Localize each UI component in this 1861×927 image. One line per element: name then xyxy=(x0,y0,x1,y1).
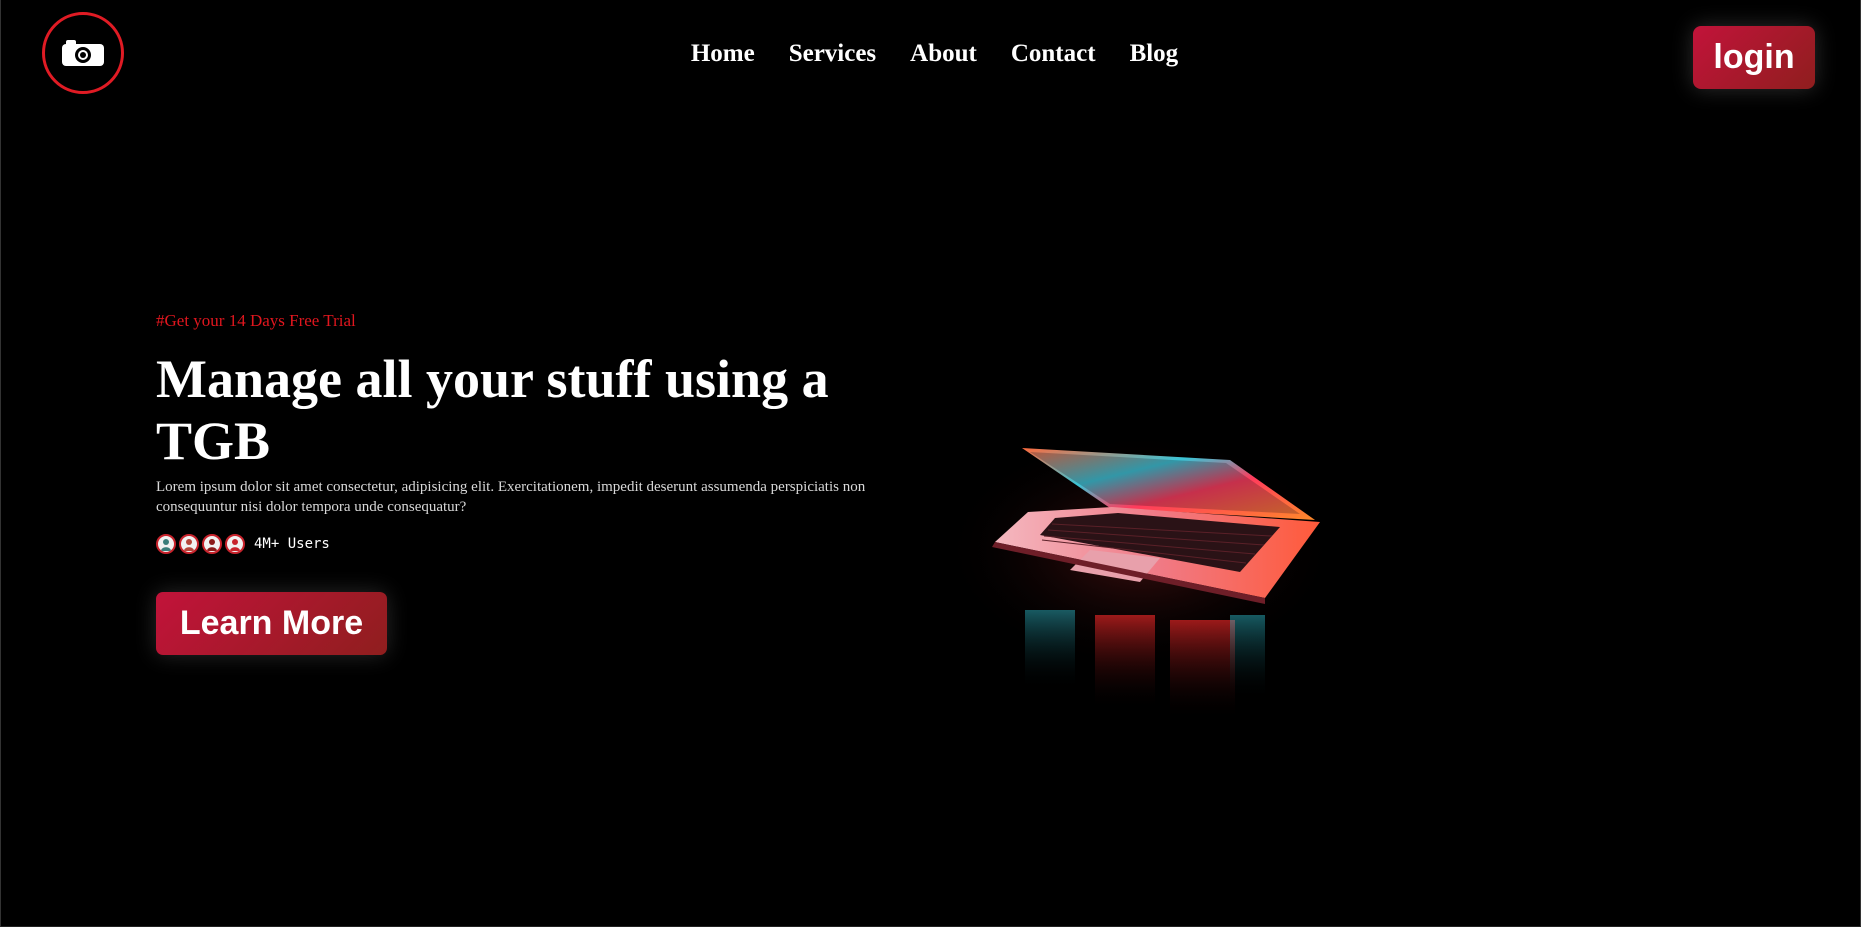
users-badge: 4M+ Users xyxy=(156,534,330,554)
avatar xyxy=(225,534,245,554)
nav-links: Home Services About Contact Blog xyxy=(691,40,1178,68)
user-avatar-icon xyxy=(184,539,194,551)
hero-description: Lorem ipsum dolor sit amet consectetur, … xyxy=(156,479,866,515)
users-count: 4M+ Users xyxy=(254,536,330,552)
login-button[interactable]: login xyxy=(1693,26,1815,89)
avatar xyxy=(202,534,222,554)
avatar xyxy=(156,534,176,554)
user-avatar-icon xyxy=(207,539,217,551)
nav-home[interactable]: Home xyxy=(691,40,755,68)
nav-about[interactable]: About xyxy=(910,40,977,68)
learn-more-button[interactable]: Learn More xyxy=(156,592,387,655)
laptop-icon xyxy=(940,430,1340,720)
hero-tagline: #Get your 14 Days Free Trial xyxy=(156,311,356,330)
nav-blog[interactable]: Blog xyxy=(1130,40,1179,68)
user-avatar-icon xyxy=(230,539,240,551)
nav-contact[interactable]: Contact xyxy=(1011,40,1096,68)
user-avatar-icon xyxy=(161,539,171,551)
nav-services[interactable]: Services xyxy=(789,40,876,68)
main-nav: Home Services About Contact Blog xyxy=(0,40,1861,68)
hero-headline: Manage all your stuff using a TGB xyxy=(156,349,829,471)
avatar xyxy=(179,534,199,554)
